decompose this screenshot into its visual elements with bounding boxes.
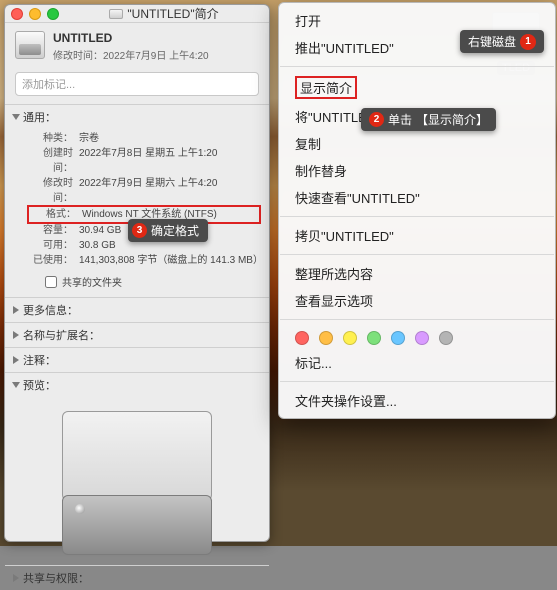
tags-input[interactable]: 添加标记... xyxy=(15,72,259,96)
close-button[interactable] xyxy=(11,8,23,20)
zoom-button[interactable] xyxy=(47,8,59,20)
menu-cleanup[interactable]: 整理所选内容 xyxy=(279,260,555,287)
menu-separator xyxy=(280,216,554,217)
row-kind: 种类：宗卷 xyxy=(27,131,261,146)
annotation-3-num: 3 xyxy=(132,223,147,238)
row-used: 已使用：141,303,808 字节（磁盘上的 141.3 MB） xyxy=(27,253,261,268)
window-title: "UNTITLED"简介 xyxy=(65,5,263,22)
section-preview-head[interactable]: 预览： xyxy=(5,373,269,397)
menu-separator xyxy=(280,319,554,320)
annotation-2-num: 2 xyxy=(369,112,384,127)
tag-red[interactable] xyxy=(295,331,309,345)
menu-duplicate[interactable]: 复制 xyxy=(279,130,555,157)
shared-checkbox-input[interactable] xyxy=(45,276,57,288)
section-more: 更多信息： xyxy=(5,297,269,322)
menu-folder-actions[interactable]: 文件夹操作设置... xyxy=(279,387,555,414)
section-share-head[interactable]: 共享与权限： xyxy=(5,566,269,590)
disk-icon xyxy=(15,31,45,59)
annotation-2: 2 单击 【显示简介】 xyxy=(361,108,496,131)
menu-separator xyxy=(280,381,554,382)
tag-blue[interactable] xyxy=(391,331,405,345)
section-more-label: 更多信息： xyxy=(23,302,78,318)
section-share-label: 共享与权限： xyxy=(23,570,89,586)
disclosure-down-icon xyxy=(12,114,20,120)
section-comments: 注释： xyxy=(5,347,269,372)
disclosure-right-icon xyxy=(13,574,19,582)
menu-view-options[interactable]: 查看显示选项 xyxy=(279,287,555,314)
shared-label: 共享的文件夹 xyxy=(62,274,122,289)
annotation-3-text: 确定格式 xyxy=(151,222,199,239)
minimize-button[interactable] xyxy=(29,8,41,20)
section-comments-label: 注释： xyxy=(23,352,56,368)
annotation-2-text-a: 单击 xyxy=(388,111,412,128)
menu-separator xyxy=(280,66,554,67)
disclosure-right-icon xyxy=(13,331,19,339)
section-name-ext: 名称与扩展名： xyxy=(5,322,269,347)
menu-tags[interactable]: 标记... xyxy=(279,349,555,376)
section-comments-head[interactable]: 注释： xyxy=(5,348,269,372)
disclosure-right-icon xyxy=(13,306,19,314)
shared-folder-checkbox[interactable]: 共享的文件夹 xyxy=(45,274,261,289)
context-menu: 打开 推出"UNTITLED" 显示简介 将"UNTITLED"刻录至光盘...… xyxy=(278,2,556,419)
tag-green[interactable] xyxy=(367,331,381,345)
annotation-1-num: 1 xyxy=(520,34,536,50)
section-preview-label: 预览： xyxy=(23,377,56,393)
tag-orange[interactable] xyxy=(319,331,333,345)
section-preview: 预览： xyxy=(5,372,269,565)
row-modified: 修改时间：2022年7月9日 星期六 上午4:20 xyxy=(27,176,261,206)
menu-get-info-label: 显示简介 xyxy=(295,76,357,99)
menu-get-info[interactable]: 显示简介 xyxy=(279,72,555,103)
disk-name: UNTITLED xyxy=(53,31,209,45)
section-more-head[interactable]: 更多信息： xyxy=(5,298,269,322)
disk-mini-icon xyxy=(109,9,123,19)
section-general-label: 通用： xyxy=(23,109,56,125)
annotation-3: 3 确定格式 xyxy=(128,219,208,242)
menu-separator xyxy=(280,254,554,255)
modified-line: 修改时间：2022年7月9日 上午4:20 xyxy=(53,47,209,62)
menu-quicklook[interactable]: 快速查看"UNTITLED" xyxy=(279,184,555,211)
section-general: 通用： 种类：宗卷 创建时间：2022年7月8日 星期五 上午1:20 修改时间… xyxy=(5,104,269,297)
annotation-2-text-b: 【显示简介】 xyxy=(416,111,488,128)
header: UNTITLED 修改时间：2022年7月9日 上午4:20 xyxy=(5,23,269,68)
section-name-ext-head[interactable]: 名称与扩展名： xyxy=(5,323,269,347)
disclosure-down-icon xyxy=(12,382,20,388)
tag-yellow[interactable] xyxy=(343,331,357,345)
preview-disk-icon xyxy=(42,405,232,565)
menu-copy[interactable]: 拷贝"UNTITLED" xyxy=(279,222,555,249)
disclosure-right-icon xyxy=(13,356,19,364)
row-created: 创建时间：2022年7月8日 星期五 上午1:20 xyxy=(27,146,261,176)
window-title-text: "UNTITLED"简介 xyxy=(127,5,218,22)
tag-purple[interactable] xyxy=(415,331,429,345)
titlebar[interactable]: "UNTITLED"简介 xyxy=(5,5,269,23)
menu-tag-colors[interactable] xyxy=(279,325,555,349)
section-share: 共享与权限： xyxy=(5,565,269,590)
tag-gray[interactable] xyxy=(439,331,453,345)
section-name-ext-label: 名称与扩展名： xyxy=(23,327,100,343)
annotation-1: 右键磁盘 1 xyxy=(460,30,544,53)
annotation-1-text: 右键磁盘 xyxy=(468,33,516,50)
get-info-window: "UNTITLED"简介 UNTITLED 修改时间：2022年7月9日 上午4… xyxy=(4,4,270,542)
section-general-head[interactable]: 通用： xyxy=(5,105,269,129)
menu-alias[interactable]: 制作替身 xyxy=(279,157,555,184)
